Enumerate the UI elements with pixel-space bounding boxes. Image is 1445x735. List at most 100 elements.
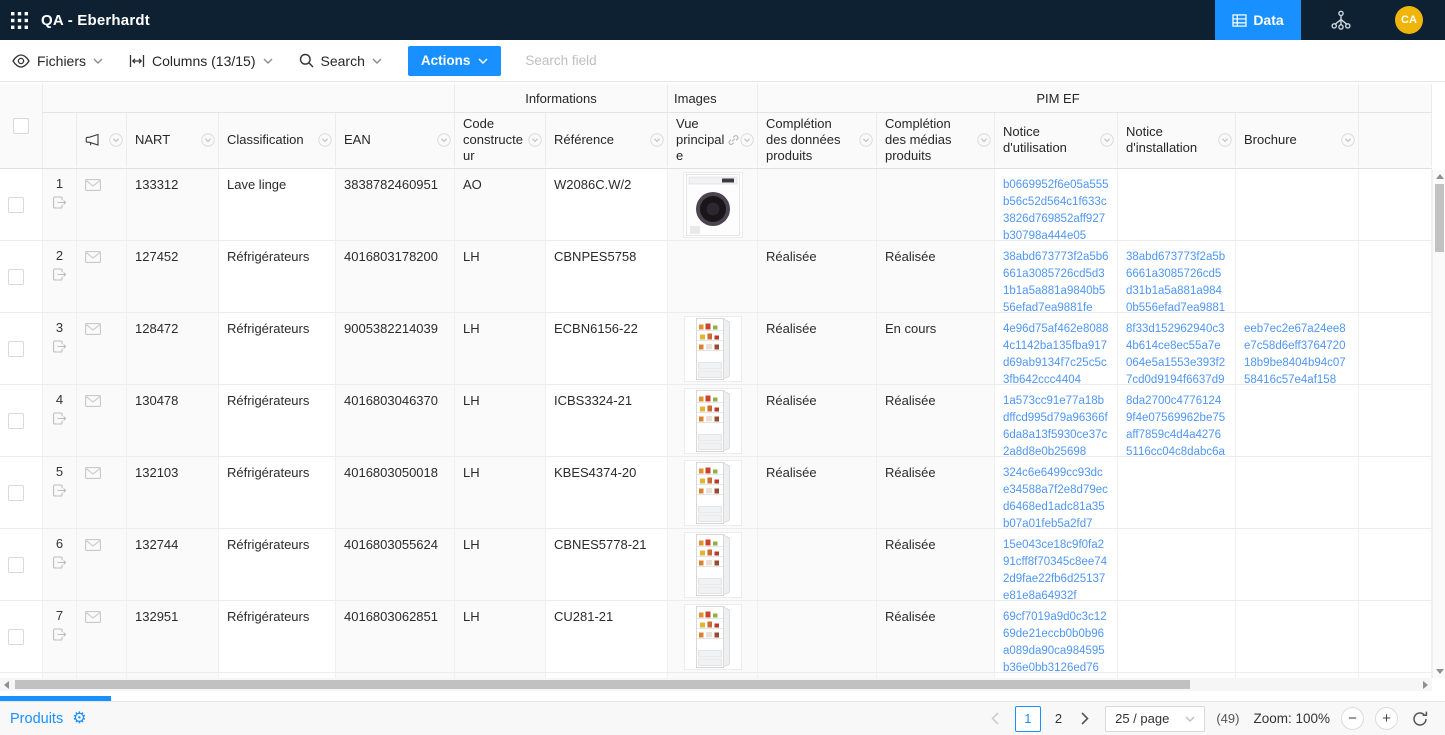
asset-hash-link[interactable]: 15e043ce18c9f0fa291cff8f70345c8ee742d9fa… bbox=[1003, 539, 1107, 600]
envelope-button[interactable] bbox=[85, 251, 126, 263]
envelope-button[interactable] bbox=[85, 611, 126, 623]
next-page-button[interactable] bbox=[1076, 708, 1094, 730]
tab-produits[interactable]: Produits ⚙ bbox=[10, 711, 87, 727]
table-row[interactable]: 6132744Réfrigérateurs4016803055624LHCBNE… bbox=[0, 529, 1432, 601]
table-row[interactable]: 2127452Réfrigérateurs4016803178200LHCBNP… bbox=[0, 241, 1432, 313]
table-row[interactable]: 7132951Réfrigérateurs4016803062851LHCU28… bbox=[0, 601, 1432, 673]
row-checkbox[interactable] bbox=[8, 629, 24, 645]
scroll-left-arrow[interactable] bbox=[0, 678, 13, 691]
open-record-button[interactable] bbox=[52, 268, 67, 281]
filter-icon[interactable] bbox=[109, 133, 123, 147]
product-thumbnail[interactable] bbox=[684, 173, 742, 237]
asset-hash-link[interactable]: b0669952f6e05a555b56c52d564c1f633c3826d7… bbox=[1003, 179, 1109, 240]
row-checkbox[interactable] bbox=[8, 269, 24, 285]
table-row[interactable]: 3128472Réfrigérateurs9005382214039LHECBN… bbox=[0, 313, 1432, 385]
column-header-notice_utilisation[interactable]: Notice d'utilisation bbox=[995, 113, 1118, 167]
open-record-button[interactable] bbox=[52, 412, 67, 425]
horizontal-scroll-thumb[interactable] bbox=[15, 680, 1190, 689]
page-1-button[interactable]: 1 bbox=[1015, 706, 1041, 732]
fichiers-menu[interactable]: Fichiers bbox=[12, 53, 103, 69]
asset-hash-link[interactable]: 8da2700c47761249f4e07569962be75aff7859c4… bbox=[1126, 395, 1225, 456]
asset-hash-link[interactable]: 8f33d152962940c34b614ce8ec55a7e064e5a155… bbox=[1126, 323, 1225, 384]
column-header-classification[interactable]: Classification bbox=[219, 113, 336, 167]
filter-icon[interactable] bbox=[650, 133, 664, 147]
column-header-image[interactable]: Vue principale bbox=[668, 113, 758, 167]
product-thumbnail[interactable] bbox=[685, 605, 741, 669]
column-header-brochure[interactable]: Brochure bbox=[1236, 113, 1359, 167]
product-thumbnail[interactable] bbox=[685, 533, 741, 597]
scroll-right-arrow[interactable] bbox=[1419, 678, 1432, 691]
column-header-trailing[interactable] bbox=[1359, 113, 1432, 167]
open-record-button[interactable] bbox=[52, 196, 67, 209]
open-record-button[interactable] bbox=[52, 484, 67, 497]
filter-icon[interactable] bbox=[318, 133, 332, 147]
vertical-scroll-thumb[interactable] bbox=[1435, 184, 1444, 252]
column-header-rownum[interactable] bbox=[43, 113, 77, 167]
page-2-button[interactable]: 2 bbox=[1052, 711, 1065, 726]
row-checkbox[interactable] bbox=[8, 197, 24, 213]
vertical-scrollbar[interactable] bbox=[1432, 170, 1445, 678]
select-all-checkbox[interactable] bbox=[13, 118, 29, 134]
column-header-completion_donnees[interactable]: Complétion des données produits bbox=[758, 113, 877, 167]
app-grid-icon[interactable] bbox=[10, 11, 29, 30]
filter-icon[interactable] bbox=[1218, 133, 1232, 147]
envelope-button[interactable] bbox=[85, 323, 126, 335]
horizontal-scrollbar[interactable] bbox=[0, 678, 1432, 691]
product-thumbnail[interactable] bbox=[685, 461, 741, 525]
product-thumbnail[interactable] bbox=[685, 317, 741, 381]
zoom-in-button[interactable]: + bbox=[1375, 707, 1398, 730]
column-header-nart[interactable]: NART bbox=[127, 113, 219, 167]
row-checkbox[interactable] bbox=[8, 557, 24, 573]
asset-hash-link[interactable]: 324c6e6499cc93dce34588a7f2e8d79ecd6468ed… bbox=[1003, 467, 1108, 528]
filter-icon[interactable] bbox=[1100, 133, 1114, 147]
prev-page-button[interactable] bbox=[986, 708, 1004, 730]
column-header-ean[interactable]: EAN bbox=[336, 113, 455, 167]
filter-icon[interactable] bbox=[977, 133, 991, 147]
asset-hash-link[interactable]: 38abd673773f2a5b6661a3085726cd5d31b1a5a8… bbox=[1003, 251, 1109, 312]
filter-icon[interactable] bbox=[201, 133, 215, 147]
row-checkbox[interactable] bbox=[8, 485, 24, 501]
table-row[interactable]: 4130478Réfrigérateurs4016803046370LHICBS… bbox=[0, 385, 1432, 457]
page-size-select[interactable]: 25 / page bbox=[1105, 706, 1205, 732]
open-record-button[interactable] bbox=[52, 556, 67, 569]
envelope-button[interactable] bbox=[85, 395, 126, 407]
envelope-button[interactable] bbox=[85, 539, 126, 551]
refresh-button[interactable] bbox=[1409, 708, 1431, 730]
column-header-completion_medias[interactable]: Complétion des médias produits bbox=[877, 113, 995, 167]
columns-menu[interactable]: Columns (13/15) bbox=[129, 53, 273, 69]
user-avatar[interactable]: CA bbox=[1395, 6, 1423, 34]
row-checkbox[interactable] bbox=[8, 341, 24, 357]
filter-icon[interactable] bbox=[437, 133, 451, 147]
open-record-button[interactable] bbox=[52, 340, 67, 353]
open-record-button[interactable] bbox=[52, 628, 67, 641]
gear-icon[interactable]: ⚙ bbox=[72, 711, 86, 727]
row-checkbox[interactable] bbox=[8, 413, 24, 429]
workflow-icon[interactable] bbox=[1301, 0, 1381, 40]
column-header-notice_installation[interactable]: Notice d'installation bbox=[1118, 113, 1236, 167]
data-tab-button[interactable]: Data bbox=[1215, 0, 1301, 40]
filter-icon[interactable] bbox=[740, 133, 754, 147]
asset-hash-link[interactable]: 69cf7019a9d0c3c1269de21eccb0b0b96a089da9… bbox=[1003, 611, 1107, 672]
table-row[interactable]: 5132103Réfrigérateurs4016803050018LHKBES… bbox=[0, 457, 1432, 529]
asset-hash-link[interactable]: 1a573cc91e77a18bdffcd995d79a96366f6da8a1… bbox=[1003, 395, 1108, 456]
asset-hash-link[interactable]: eeb7ec2e67a24ee8e7c58d6eff376472018b9be8… bbox=[1244, 323, 1346, 384]
column-header-code[interactable]: Code constructeur bbox=[455, 113, 546, 167]
filter-icon[interactable] bbox=[1341, 133, 1355, 147]
horizontal-scroll-track[interactable] bbox=[13, 678, 1419, 691]
envelope-button[interactable] bbox=[85, 179, 126, 191]
envelope-button[interactable] bbox=[85, 467, 126, 479]
product-thumbnail[interactable] bbox=[685, 389, 741, 453]
filter-icon[interactable] bbox=[528, 133, 542, 147]
asset-hash-link[interactable]: 4e96d75af462e80884c1142ba135fba917d69ab9… bbox=[1003, 323, 1109, 384]
asset-hash-link[interactable]: 38abd673773f2a5b6661a3085726cd5d31b1a5a8… bbox=[1126, 251, 1225, 312]
scroll-up-arrow[interactable] bbox=[1433, 170, 1445, 183]
actions-button[interactable]: Actions bbox=[408, 46, 502, 76]
search-input[interactable] bbox=[525, 53, 765, 68]
zoom-out-button[interactable]: − bbox=[1341, 707, 1364, 730]
search-menu[interactable]: Search bbox=[299, 53, 382, 69]
scroll-down-arrow[interactable] bbox=[1433, 665, 1445, 678]
column-header-notify[interactable] bbox=[77, 113, 127, 167]
column-header-reference[interactable]: Référence bbox=[546, 113, 668, 167]
filter-icon[interactable] bbox=[859, 133, 873, 147]
table-row[interactable]: 1133312Lave linge3838782460951AOW2086C.W… bbox=[0, 169, 1432, 241]
